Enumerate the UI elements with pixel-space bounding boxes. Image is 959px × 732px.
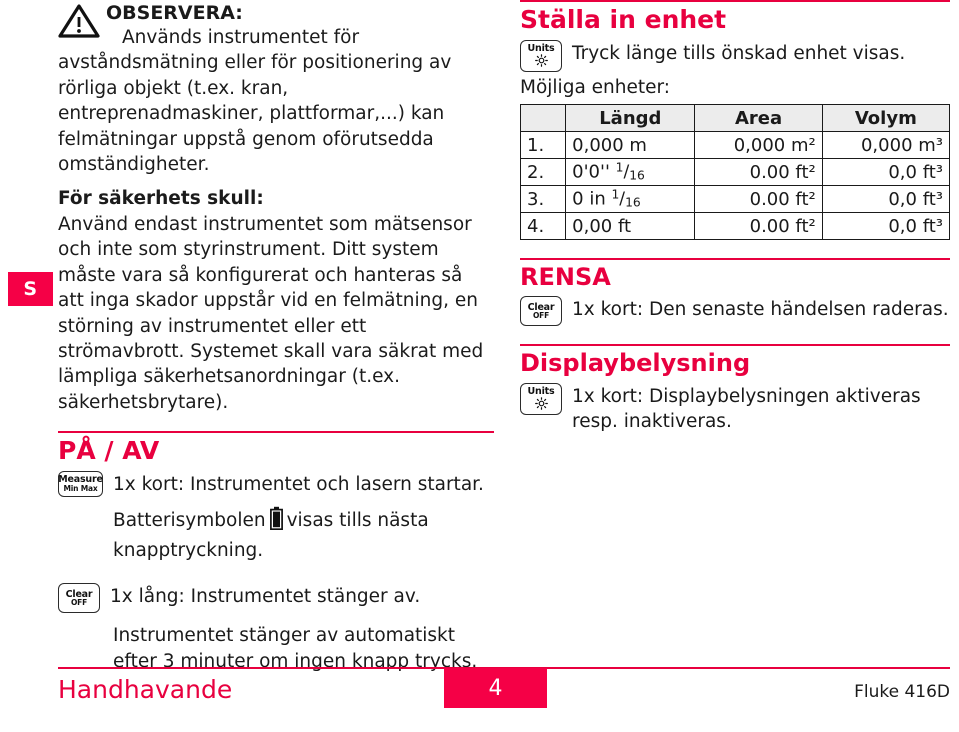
- row3-area: 0.00 ft²: [694, 185, 823, 214]
- units-table: Längd Area Volym 1. 0,000 m 0,000 m² 0,0…: [519, 104, 951, 241]
- clear-heading: RENSA: [520, 263, 611, 292]
- left-column: OBSERVERA: Används instrumentet för avst…: [58, 0, 494, 674]
- units-brightness-button[interactable]: Units: [520, 39, 562, 72]
- units-table-header-row: Längd Area Volym: [519, 104, 951, 133]
- measure-button-line2: Min Max: [63, 483, 98, 493]
- onoff-heading: PÅ / AV: [58, 436, 160, 466]
- brightness-icon: [534, 397, 549, 410]
- warning-triangle-icon: [58, 4, 100, 38]
- right-column: Ställa in enhet Units Tryck länge tills …: [519, 0, 951, 435]
- row1-length: 0,000 m: [565, 131, 696, 160]
- backlight-row: Units 1x kort: Displaybelysningen aktive…: [520, 382, 950, 435]
- table-row: 4. 0,00 ft 0.00 ft² 0,0 ft³: [519, 212, 951, 241]
- observera-title: OBSERVERA:: [106, 2, 243, 24]
- unit-setting-row: Units Tryck länge tills önskad enhet vis…: [520, 39, 950, 72]
- backlight-heading: Displaybelysning: [520, 349, 751, 378]
- safety-body: Använd endast instrumentet som mätsensor…: [58, 213, 484, 413]
- side-tab-s: S: [8, 272, 53, 306]
- footer-section-label: Handhavande: [58, 675, 233, 704]
- units-button-label: Units: [527, 386, 555, 398]
- footer-product-label: Fluke 416D: [854, 682, 950, 702]
- clear-button-line2: OFF: [70, 598, 88, 608]
- row3-volume: 0,0 ft³: [821, 185, 951, 214]
- measure-minmax-button[interactable]: Measure Min Max: [58, 470, 103, 497]
- document-page: S OBSERVERA: Används instrumentet för av…: [0, 0, 959, 732]
- row2-length: 0'0'' 1/16: [565, 158, 696, 187]
- onoff-row-clear: Clear OFF 1x lång: Instrumentet stänger …: [58, 583, 494, 614]
- row2-index: 2.: [519, 158, 567, 187]
- unit-setting-section: Ställa in enhet Units Tryck länge tills …: [519, 0, 951, 241]
- row3-length: 0 in 1/16: [565, 185, 696, 214]
- units-button-label: Units: [527, 43, 555, 55]
- row1-volume: 0,000 m³: [821, 131, 951, 160]
- row4-area: 0.00 ft²: [694, 212, 823, 241]
- section-rule-unit-setting: [520, 0, 950, 2]
- row3-index: 3.: [519, 185, 567, 214]
- row1-area: 0,000 m²: [694, 131, 823, 160]
- clear-button-line2: OFF: [532, 311, 550, 321]
- units-table-header-volym: Volym: [821, 104, 951, 133]
- onoff-measure-text: 1x kort: Instrumentet och lasern startar…: [113, 473, 484, 495]
- page-footer: Handhavande 4 Fluke 416D: [58, 667, 950, 711]
- clear-text: 1x kort: Den senaste händelsen raderas.: [572, 299, 949, 321]
- units-brightness-button[interactable]: Units: [520, 382, 562, 415]
- units-table-body: 1. 0,000 m 0,000 m² 0,000 m³ 2. 0'0'' 1/…: [519, 131, 951, 241]
- battery-icon: [269, 506, 283, 538]
- row1-index: 1.: [519, 131, 567, 160]
- side-tab-label: S: [23, 278, 38, 300]
- backlight-section: Displaybelysning Units 1x kort: Displayb…: [520, 344, 950, 434]
- battery-note: Batterisymbolen visas tills nästa knappt…: [113, 506, 494, 563]
- onoff-clear-text: 1x lång: Instrumentet stänger av.: [110, 586, 421, 608]
- unit-setting-instruction: Tryck länge tills önskad enhet visas.: [572, 42, 906, 64]
- section-rule-onoff: [58, 431, 494, 434]
- unit-setting-heading: Ställa in enhet: [520, 5, 727, 34]
- onoff-section: PÅ / AV Measure Min Max 1x kort: Instrum…: [58, 431, 494, 674]
- row4-volume: 0,0 ft³: [821, 212, 951, 241]
- safety-heading: För säkerhets skull:: [58, 188, 264, 210]
- battery-note-before: Batterisymbolen: [113, 510, 266, 532]
- safety-block: För säkerhets skull: Använd endast instr…: [58, 186, 494, 415]
- units-table-header-area: Area: [694, 104, 823, 133]
- clear-off-button[interactable]: Clear OFF: [520, 296, 562, 327]
- row2-volume: 0,0 ft³: [821, 158, 951, 187]
- backlight-text: 1x kort: Displaybelysningen aktiveras re…: [572, 385, 921, 433]
- brightness-icon: [534, 54, 549, 67]
- table-row: 2. 0'0'' 1/16 0.00 ft² 0,0 ft³: [519, 158, 951, 187]
- clear-row: Clear OFF 1x kort: Den senaste händelsen…: [520, 296, 950, 327]
- clear-section: RENSA Clear OFF 1x kort: Den senaste hän…: [520, 258, 950, 327]
- section-rule-backlight: [520, 344, 950, 347]
- table-row: 1. 0,000 m 0,000 m² 0,000 m³: [519, 131, 951, 160]
- row2-area: 0.00 ft²: [694, 158, 823, 187]
- row4-index: 4.: [519, 212, 567, 241]
- footer-page-number: 4: [444, 668, 547, 708]
- observera-body: Används instrumentet för avståndsmätning…: [58, 26, 452, 175]
- units-table-header-corner: [519, 104, 567, 133]
- observera-notice: OBSERVERA: Används instrumentet för avst…: [58, 0, 494, 177]
- section-rule-clear: [520, 258, 950, 261]
- onoff-row-measure: Measure Min Max 1x kort: Instrumentet oc…: [58, 470, 494, 498]
- clear-off-button[interactable]: Clear OFF: [58, 583, 100, 614]
- units-table-header-langd: Längd: [565, 104, 696, 133]
- row4-length: 0,00 ft: [565, 212, 696, 241]
- table-row: 3. 0 in 1/16 0.00 ft² 0,0 ft³: [519, 185, 951, 214]
- unit-setting-subtitle: Möjliga enheter:: [520, 76, 671, 98]
